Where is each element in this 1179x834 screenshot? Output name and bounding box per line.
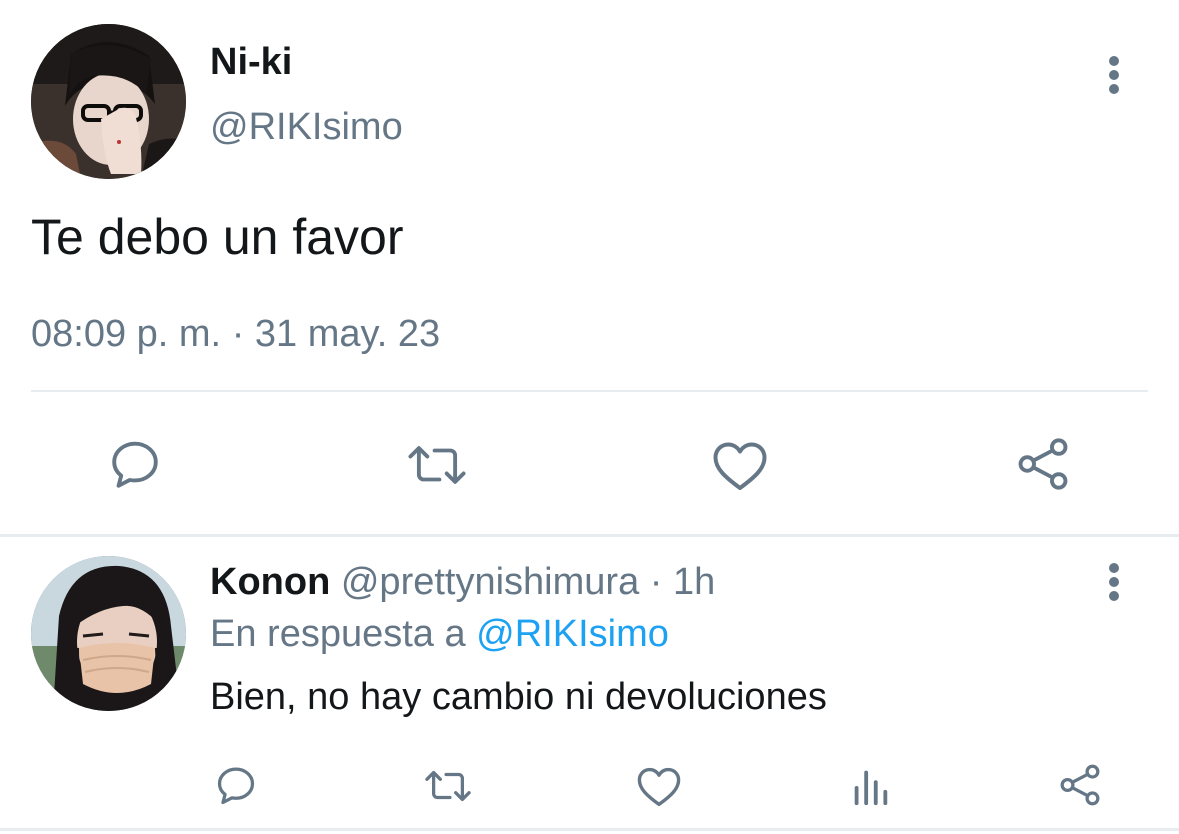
avatar-image	[31, 24, 186, 179]
share-icon	[1018, 438, 1068, 490]
retweet-icon	[425, 770, 471, 802]
like-icon	[713, 442, 767, 490]
author-avatar[interactable]	[31, 24, 186, 179]
reply-author-handle[interactable]: @prettynishimura	[341, 561, 639, 603]
reply-text: Bien, no hay cambio ni devoluciones	[210, 676, 827, 718]
author-handle[interactable]: @RIKIsimo	[210, 105, 403, 149]
more-options-icon[interactable]	[1108, 563, 1120, 605]
reply-time[interactable]: 1h	[673, 561, 715, 603]
section-divider	[0, 534, 1179, 537]
retweet-button[interactable]	[420, 760, 476, 812]
retweet-button[interactable]	[401, 430, 473, 500]
like-button[interactable]	[705, 430, 775, 500]
reply-icon	[217, 767, 255, 805]
tweet-date: 31 may. 23	[254, 313, 441, 355]
reply-author-name[interactable]: Konon	[210, 561, 330, 603]
reply-icon	[112, 441, 158, 488]
meta-separator: ·	[231, 313, 245, 355]
analytics-button[interactable]	[844, 760, 896, 812]
reply-context: En respuesta a @RIKIsimo	[210, 611, 669, 657]
share-button[interactable]	[1054, 758, 1106, 812]
share-icon	[1060, 764, 1100, 806]
author-name[interactable]: Ni-ki	[210, 40, 292, 84]
more-options-icon[interactable]	[1108, 56, 1120, 98]
tweet-text: Te debo un favor	[31, 209, 404, 265]
share-button[interactable]	[1008, 428, 1078, 500]
header-separator: ·	[649, 561, 663, 603]
like-icon	[637, 767, 681, 807]
tweet-time: 08:09 p. m.	[31, 313, 222, 355]
reply-header: Konon @prettynishimura · 1h	[210, 559, 715, 605]
reply-author-avatar[interactable]	[31, 556, 186, 711]
tweet-timestamp: 08:09 p. m. · 31 may. 23	[31, 312, 440, 356]
avatar-image	[31, 556, 186, 711]
analytics-icon	[854, 770, 888, 806]
like-button[interactable]	[633, 760, 685, 812]
divider	[0, 828, 1179, 831]
divider	[31, 390, 1148, 392]
reply-to-handle-link[interactable]: @RIKIsimo	[476, 613, 669, 655]
reply-context-label: En respuesta a	[210, 613, 466, 655]
reply-button[interactable]	[210, 760, 262, 812]
retweet-icon	[408, 446, 466, 484]
reply-button[interactable]	[100, 430, 170, 500]
